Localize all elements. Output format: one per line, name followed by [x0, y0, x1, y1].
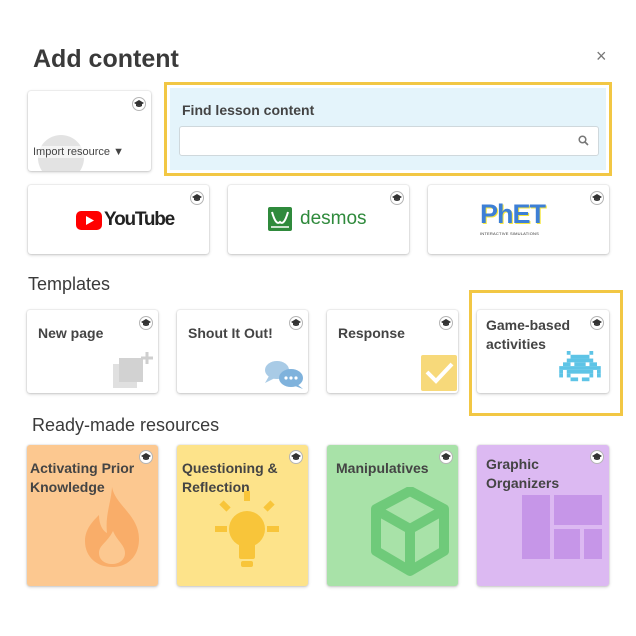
template-shout-it-out[interactable]: Shout It Out!	[177, 310, 308, 393]
resource-label: Manipulatives	[336, 460, 429, 476]
graduation-cap-icon[interactable]	[139, 316, 153, 330]
desmos-logo: desmos	[268, 207, 367, 231]
layout-icon	[522, 495, 602, 559]
lightbulb-icon	[215, 491, 279, 567]
resource-manipulatives[interactable]: Manipulatives	[327, 445, 458, 586]
cube-icon	[371, 487, 449, 576]
phet-logo: PhET INTERACTIVE SIMULATIONS	[480, 199, 546, 236]
templates-heading: Templates	[28, 274, 111, 294]
ready-made-heading: Ready-made resources	[32, 415, 220, 435]
template-label: Response	[338, 325, 405, 341]
template-response[interactable]: Response	[327, 310, 458, 393]
youtube-card[interactable]: YouTube	[28, 185, 209, 254]
phet-card[interactable]: PhET INTERACTIVE SIMULATIONS	[428, 185, 609, 254]
find-lesson-panel: Find lesson content	[164, 82, 612, 176]
template-label: New page	[38, 325, 104, 341]
desmos-graph-icon	[268, 207, 292, 231]
graduation-cap-icon[interactable]	[289, 316, 303, 330]
search-icon[interactable]	[578, 135, 589, 146]
flame-icon	[85, 487, 139, 567]
youtube-play-icon	[76, 210, 102, 230]
import-resource-dropdown[interactable]: Import resource ▼	[33, 146, 124, 158]
template-new-page[interactable]: New page	[27, 310, 158, 393]
graduation-cap-icon[interactable]	[132, 97, 146, 111]
phet-tagline: INTERACTIVE SIMULATIONS	[480, 231, 539, 236]
youtube-wordmark: YouTube	[104, 209, 175, 230]
dialog-title: Add content	[33, 45, 179, 73]
graduation-cap-icon[interactable]	[390, 191, 404, 205]
phet-wordmark: PhET	[480, 199, 546, 229]
resource-label: Graphic Organizers	[486, 456, 560, 491]
find-lesson-inner: Find lesson content	[170, 88, 606, 170]
new-page-icon	[113, 352, 153, 388]
resource-graphic-organizers[interactable]: Graphic Organizers	[477, 445, 609, 586]
graduation-cap-icon[interactable]	[190, 191, 204, 205]
game-based-highlight	[469, 290, 623, 416]
checkbox-icon	[421, 355, 457, 391]
graduation-cap-icon[interactable]	[439, 450, 453, 464]
graduation-cap-icon[interactable]	[439, 316, 453, 330]
youtube-logo: YouTube	[76, 209, 175, 231]
import-resource-card[interactable]: Import resource ▼	[28, 91, 151, 171]
graduation-cap-icon[interactable]	[139, 450, 153, 464]
find-lesson-search-input[interactable]	[179, 126, 599, 156]
graduation-cap-icon[interactable]	[590, 450, 604, 464]
graduation-cap-icon[interactable]	[590, 191, 604, 205]
desmos-wordmark: desmos	[300, 208, 367, 229]
close-icon[interactable]: ×	[596, 46, 607, 67]
find-lesson-label: Find lesson content	[182, 102, 315, 118]
resource-activating-prior-knowledge[interactable]: Activating Prior Knowledge	[27, 445, 158, 586]
template-label: Shout It Out!	[188, 325, 273, 341]
desmos-card[interactable]: desmos	[228, 185, 409, 254]
speech-bubbles-icon	[265, 361, 303, 389]
graduation-cap-icon[interactable]	[289, 450, 303, 464]
resource-questioning-reflection[interactable]: Questioning & Reflection	[177, 445, 308, 586]
